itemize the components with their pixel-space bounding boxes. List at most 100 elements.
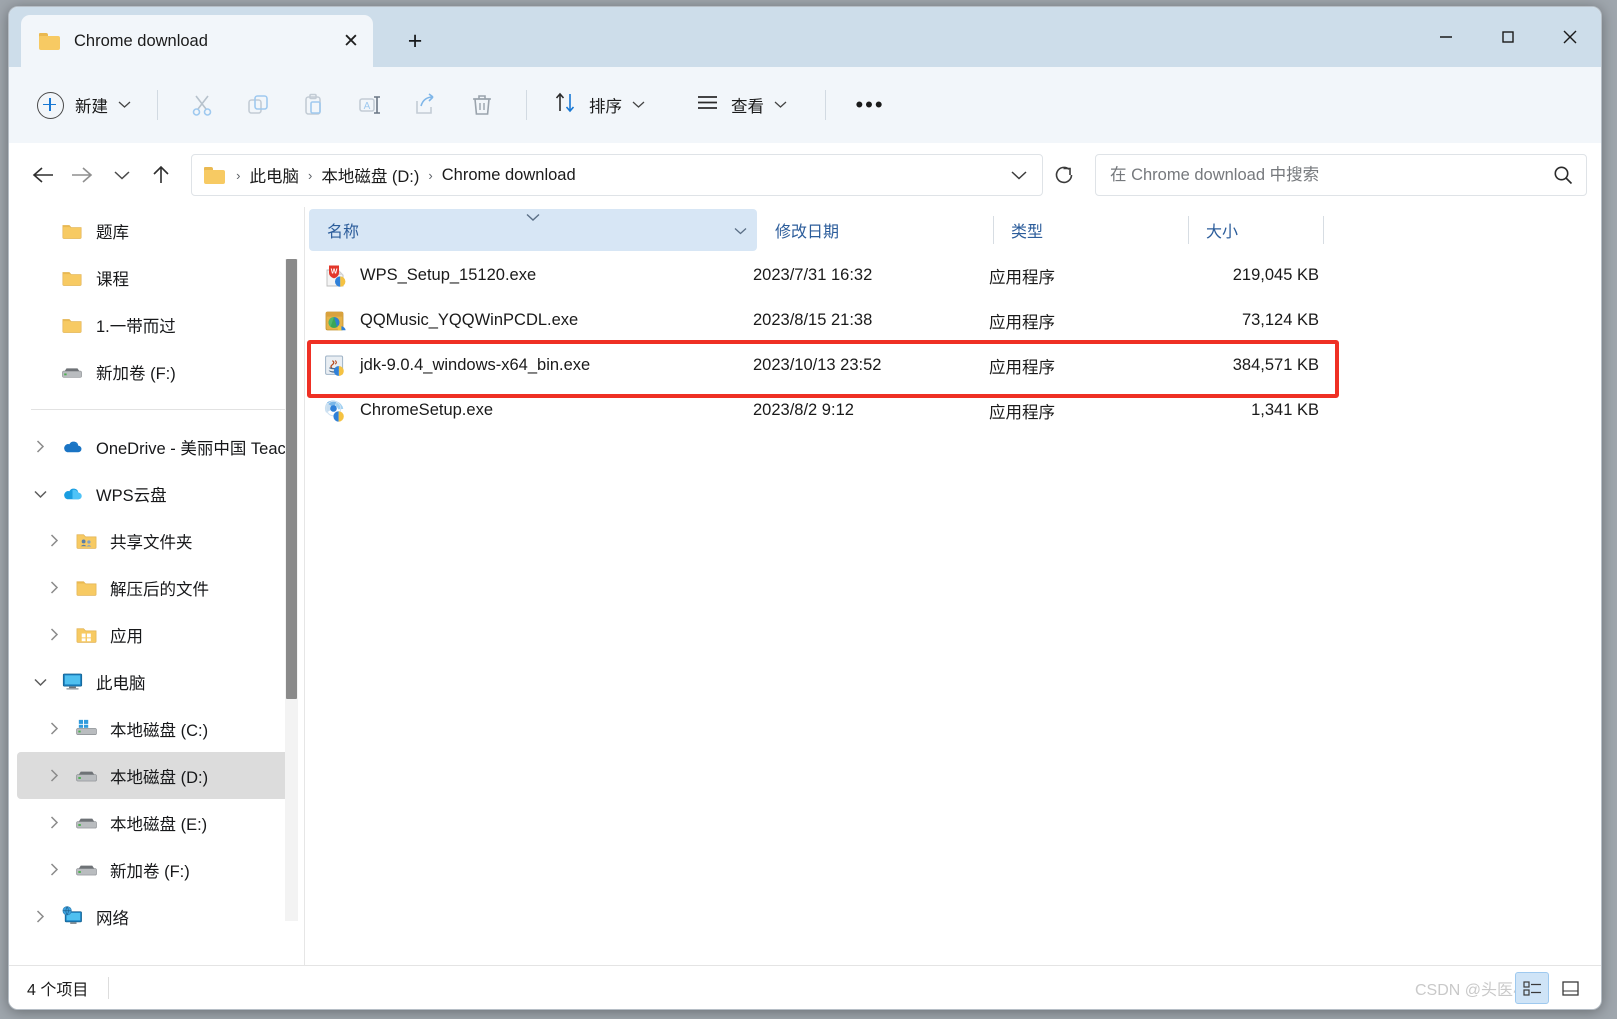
explorer-body: 题库 课程 1.一带而过 新加卷 (F:) OneDrive - 美丽中国 Teac W… (9, 207, 1601, 965)
sidebar-item-6[interactable]: 本地磁盘 (C:) (17, 705, 297, 752)
sidebar-item-quick-1[interactable]: 课程 (17, 254, 297, 301)
divider (108, 976, 110, 999)
column-header-type[interactable]: 类型 (993, 207, 1188, 253)
scrollbar-thumb[interactable] (286, 259, 297, 699)
search-input[interactable] (1096, 155, 1540, 195)
new-button[interactable]: 新建 (33, 85, 141, 125)
sidebar-item-label: 新加卷 (F:) (96, 364, 176, 383)
sidebar-item-1[interactable]: WPS云盘 (17, 470, 297, 517)
delete-button[interactable] (454, 83, 510, 127)
column-header-size[interactable]: 大小 (1188, 207, 1323, 253)
sidebar-item-icon (71, 623, 101, 646)
chevron-down-icon[interactable] (23, 489, 57, 499)
sidebar-item-0[interactable]: OneDrive - 美丽中国 Teac (17, 423, 297, 470)
more-options-button[interactable]: ••• (842, 83, 898, 127)
details-view-icon[interactable] (1515, 972, 1549, 1004)
chevron-down-icon[interactable] (734, 223, 747, 238)
column-divider[interactable] (1323, 216, 1324, 244)
chevron-down-icon[interactable] (23, 677, 57, 687)
breadcrumb-item-2[interactable]: Chrome download (438, 163, 580, 188)
sidebar-item-4[interactable]: 应用 (17, 611, 297, 658)
close-window-icon[interactable] (1539, 7, 1601, 67)
folder-icon (39, 32, 60, 50)
breadcrumb-dropdown-icon[interactable] (996, 155, 1042, 195)
chevron-right-icon[interactable] (37, 862, 71, 877)
sidebar-item-icon (71, 529, 101, 552)
large-icons-view-icon[interactable] (1553, 972, 1587, 1004)
column-divider[interactable] (993, 216, 994, 244)
sidebar-item-9[interactable]: 新加卷 (F:) (17, 846, 297, 893)
chevron-right-icon[interactable] (23, 439, 57, 454)
table-row[interactable]: QQMusic_YQQWinPCDL.exe 2023/8/15 21:38 应用程… (305, 298, 1601, 343)
sidebar-item-icon (57, 435, 87, 458)
status-bar: 4 个项目 CSDN @头医小宇 (9, 965, 1601, 1009)
sidebar-item-2[interactable]: 共享文件夹 (17, 517, 297, 564)
folder-icon (61, 314, 83, 336)
copy-button[interactable] (230, 83, 286, 127)
table-row[interactable]: W WPS_Setup_15120.exe 2023/7/31 16:32 应用程序 2… (305, 253, 1601, 298)
shared-folder-icon (75, 529, 98, 552)
close-icon[interactable]: ✕ (335, 25, 367, 57)
chevron-right-icon[interactable] (37, 580, 71, 595)
address-bar: › 此电脑 › 本地磁盘 (D:) › Chrome download (9, 143, 1601, 207)
sidebar-item-label: 课程 (96, 270, 129, 289)
chevron-right-icon[interactable] (37, 768, 71, 783)
breadcrumb[interactable]: › 此电脑 › 本地磁盘 (D:) › Chrome download (191, 154, 1044, 196)
column-header-date[interactable]: 修改日期 (757, 207, 993, 253)
chevron-right-icon[interactable] (37, 721, 71, 736)
chevron-right-icon[interactable] (37, 627, 71, 642)
search-box[interactable] (1095, 154, 1587, 196)
rename-button[interactable]: A (342, 83, 398, 127)
breadcrumb-item-1[interactable]: 本地磁盘 (D:) (317, 160, 423, 190)
tab-chrome-download[interactable]: Chrome download ✕ (21, 15, 373, 67)
file-type: 应用程序 (989, 313, 1055, 332)
sidebar-item-label: 本地磁盘 (E:) (110, 815, 208, 834)
sidebar-item-quick-2[interactable]: 1.一带而过 (17, 301, 297, 348)
sidebar-item-7[interactable]: 本地磁盘 (D:) (17, 752, 297, 799)
cut-button[interactable] (174, 83, 230, 127)
sidebar-item-label: 题库 (96, 223, 129, 242)
sidebar-item-5[interactable]: 此电脑 (17, 658, 297, 705)
onedrive-icon (61, 435, 84, 458)
table-row[interactable]: jdk-9.0.4_windows-x64_bin.exe 2023/10/13 … (305, 343, 1601, 388)
sidebar-scrollbar[interactable] (285, 259, 298, 921)
file-name-cell: jdk-9.0.4_windows-x64_bin.exe (305, 353, 753, 379)
recent-locations-button[interactable] (102, 153, 142, 197)
sidebar-item-quick-3[interactable]: 新加卷 (F:) (17, 348, 297, 395)
column-divider[interactable] (1188, 216, 1189, 244)
chevron-right-icon[interactable] (37, 815, 71, 830)
back-button[interactable] (23, 153, 63, 197)
file-list-pane: 名称 修改日期 类型 大小 W WPS_Setup_15120.exe 2023… (305, 207, 1601, 965)
paste-button[interactable] (286, 83, 342, 127)
view-button[interactable]: 查看 (685, 83, 797, 127)
chevron-right-icon[interactable] (37, 533, 71, 548)
forward-button[interactable] (63, 153, 103, 197)
column-header-type-label: 类型 (1011, 224, 1044, 241)
chevron-down-icon (632, 96, 645, 114)
sidebar-item-quick-0[interactable]: 题库 (17, 207, 297, 254)
file-name: jdk-9.0.4_windows-x64_bin.exe (360, 356, 591, 374)
minimize-icon[interactable] (1415, 7, 1477, 67)
search-icon[interactable] (1540, 155, 1586, 195)
file-date: 2023/10/13 23:52 (753, 356, 882, 374)
chevron-down-icon (118, 96, 131, 114)
sidebar-item-3[interactable]: 解压后的文件 (17, 564, 297, 611)
new-tab-button[interactable]: + (395, 21, 435, 61)
column-header-name-label: 名称 (327, 224, 360, 241)
sidebar-item-icon (71, 858, 101, 881)
up-button[interactable] (142, 153, 182, 197)
breadcrumb-separator: › (307, 167, 313, 183)
chevron-right-icon[interactable] (23, 909, 57, 924)
maximize-icon[interactable] (1477, 7, 1539, 67)
sidebar-item-10[interactable]: 网络 (17, 893, 297, 940)
sidebar-item-8[interactable]: 本地磁盘 (E:) (17, 799, 297, 846)
share-button[interactable] (398, 83, 454, 127)
refresh-button[interactable] (1045, 155, 1083, 195)
sidebar-item-icon (57, 670, 87, 693)
sort-button[interactable]: 排序 (543, 83, 655, 127)
column-header-name[interactable]: 名称 (309, 209, 757, 251)
table-row[interactable]: ChromeSetup.exe 2023/8/2 9:12 应用程序 1,341 KB (305, 388, 1601, 433)
file-date: 2023/8/15 21:38 (753, 311, 873, 329)
breadcrumb-item-0[interactable]: 此电脑 (245, 160, 303, 190)
navigation-tree: 题库 课程 1.一带而过 新加卷 (F:) OneDrive - 美丽中国 Teac W… (9, 207, 305, 965)
